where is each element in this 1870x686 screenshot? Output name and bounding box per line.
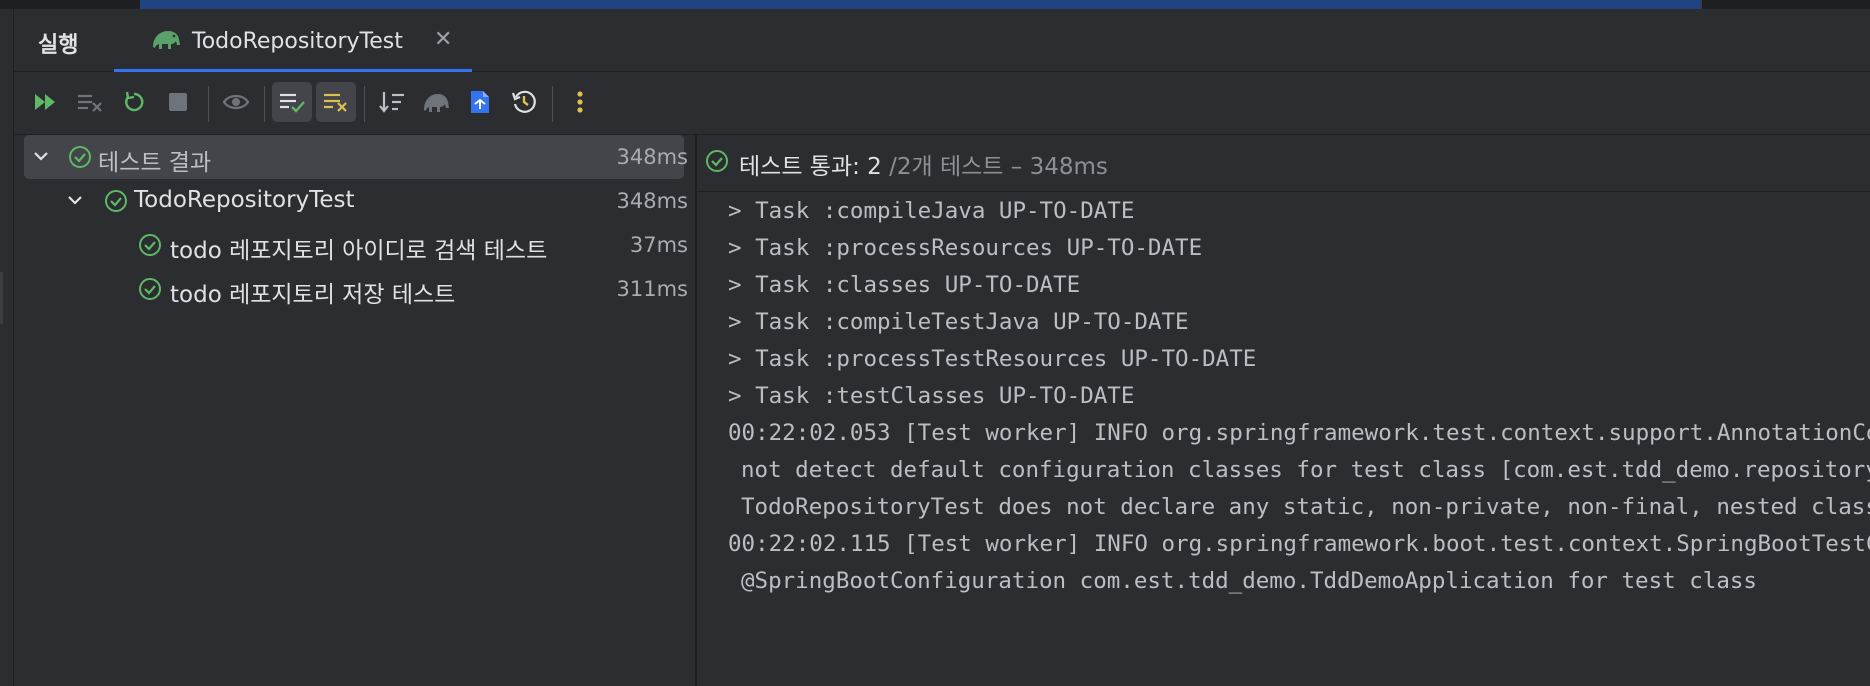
test-summary-bar: 테스트 통과: 2 /2개 테스트 – 348ms <box>697 135 1870 192</box>
toolbar-separator <box>208 86 209 122</box>
editor-selection-strip <box>140 0 1700 9</box>
gradle-elephant-icon <box>150 25 182 53</box>
sort-icon <box>378 90 406 114</box>
export-results-button[interactable] <box>460 82 500 122</box>
rerun-icon <box>122 90 146 114</box>
rerun-failed-icon <box>33 91 59 113</box>
rerun-button[interactable] <box>114 82 154 122</box>
console-line: TodoRepositoryTest does not declare any … <box>741 494 1870 520</box>
tree-node-label: todo 레포지토리 아이디로 검색 테스트 <box>170 238 548 264</box>
more-options-icon <box>576 90 584 114</box>
run-tool-window-header: 실행 TodoRepositoryTest ✕ <box>14 9 1870 72</box>
tree-node-test[interactable]: todo 레포지토리 아이디로 검색 테스트 37ms <box>24 223 688 267</box>
tree-node-label: todo 레포지토리 저장 테스트 <box>170 282 456 308</box>
toolbar-separator <box>264 86 265 122</box>
stop-rerun-icon <box>76 91 104 113</box>
show-passed-icon <box>278 91 306 113</box>
test-history-button[interactable] <box>504 82 544 122</box>
editor-separator <box>1700 0 1702 9</box>
more-options-button[interactable] <box>560 82 600 122</box>
tree-node-duration: 37ms <box>629 233 688 257</box>
total-count: /2개 테스트 <box>889 154 1004 180</box>
gradle-button[interactable] <box>416 82 456 122</box>
console-line: > Task :classes UP-TO-DATE <box>728 272 1081 298</box>
passed-check-icon <box>104 189 128 217</box>
tree-node-label: 테스트 결과 <box>98 150 212 176</box>
toolbar-separator <box>552 86 553 122</box>
show-ignored-icon <box>222 92 250 112</box>
tab-title: TodoRepositoryTest <box>192 29 403 54</box>
console-line: > Task :compileJava UP-TO-DATE <box>728 198 1135 224</box>
tree-node-test-results[interactable]: 테스트 결과 348ms <box>24 135 688 179</box>
export-results-icon <box>469 89 491 115</box>
show-passed-toggle[interactable] <box>272 82 312 122</box>
console-line: > Task :compileTestJava UP-TO-DATE <box>728 309 1189 335</box>
console-output[interactable]: > Task :compileJava UP-TO-DATE > Task :p… <box>697 192 1870 686</box>
sort-button[interactable] <box>372 82 412 122</box>
passed-count: 테스트 통과: 2 <box>739 154 882 180</box>
tree-node-suite[interactable]: TodoRepositoryTest 348ms <box>24 179 688 223</box>
show-failed-icon <box>322 91 350 113</box>
show-ignored-button[interactable] <box>216 82 256 122</box>
tree-node-label: TodoRepositoryTest <box>134 187 355 213</box>
tree-node-duration: 348ms <box>616 145 688 169</box>
passed-check-icon <box>705 149 729 177</box>
console-line: > Task :processResources UP-TO-DATE <box>728 235 1203 261</box>
test-summary-text: 테스트 통과: 2 /2개 테스트 – 348ms <box>739 147 1108 181</box>
test-runner-toolbar <box>14 72 1870 135</box>
rerun-failed-button[interactable] <box>26 82 66 122</box>
close-icon[interactable]: ✕ <box>434 27 452 52</box>
total-duration: – 348ms <box>1010 154 1108 180</box>
run-tool-window-title: 실행 <box>38 33 79 58</box>
editor-top-strip <box>0 0 1870 9</box>
passed-check-icon <box>138 277 162 305</box>
console-line: 00:22:02.053 [Test worker] INFO org.spri… <box>728 420 1870 446</box>
stop-icon <box>167 91 189 113</box>
chevron-down-icon[interactable] <box>66 191 84 213</box>
gradle-icon <box>421 89 451 115</box>
console-line: 00:22:02.115 [Test worker] INFO org.spri… <box>728 531 1870 557</box>
stop-button[interactable] <box>158 82 198 122</box>
console-line: > Task :testClasses UP-TO-DATE <box>728 383 1135 409</box>
passed-check-icon <box>138 233 162 261</box>
console-line: @SpringBootConfiguration com.est.tdd_dem… <box>741 568 1757 594</box>
tree-node-test[interactable]: todo 레포지토리 저장 테스트 311ms <box>24 267 688 311</box>
tree-node-duration: 311ms <box>616 277 688 301</box>
left-strip-handle[interactable] <box>0 272 3 324</box>
tree-node-duration: 348ms <box>616 189 688 213</box>
console-line: not detect default configuration classes… <box>741 457 1870 483</box>
stop-rerun-button[interactable] <box>70 82 110 122</box>
show-failed-toggle[interactable] <box>316 82 356 122</box>
test-results-tree: 테스트 결과 348ms TodoRepositoryTest 348ms to… <box>14 135 695 686</box>
left-tool-strip <box>0 9 14 686</box>
console-line: > Task :processTestResources UP-TO-DATE <box>728 346 1257 372</box>
toolbar-separator <box>364 86 365 122</box>
passed-check-icon <box>68 145 92 173</box>
tab-todo-repository-test[interactable]: TodoRepositoryTest ✕ <box>114 9 472 72</box>
chevron-down-icon[interactable] <box>32 147 50 169</box>
test-history-icon <box>511 89 537 115</box>
